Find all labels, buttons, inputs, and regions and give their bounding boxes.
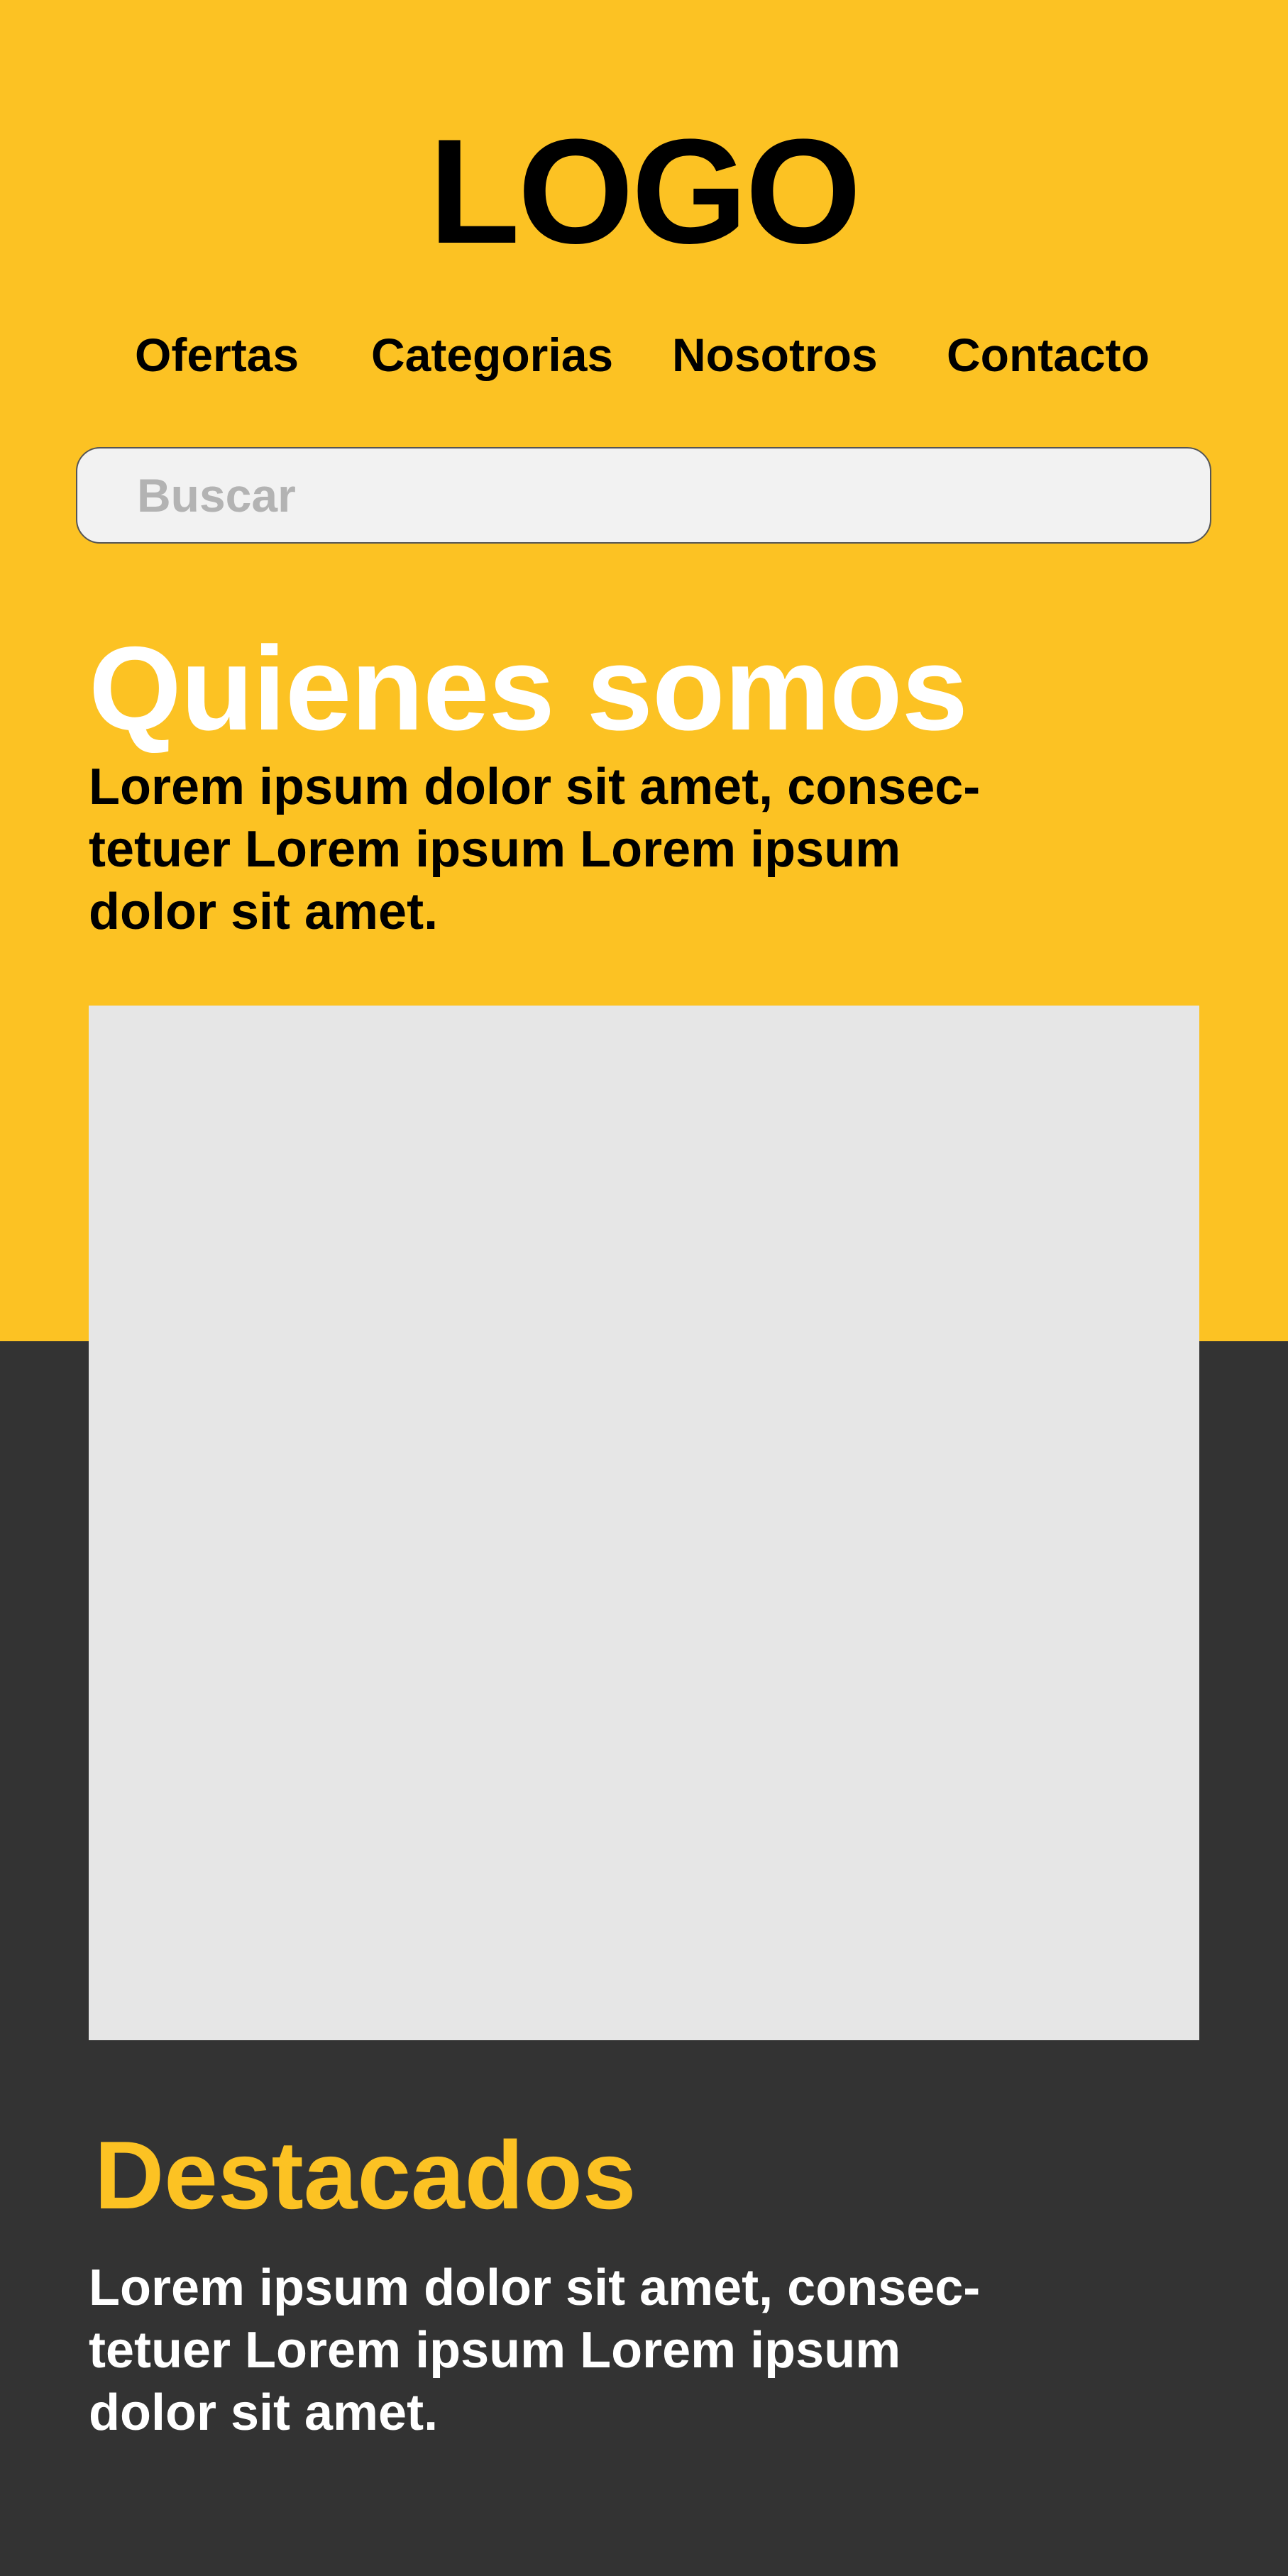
featured-text-line: tetuer Lorem ipsum Lorem ipsum — [89, 2322, 901, 2379]
featured-text: Lorem ipsum dolor sit amet, consec- tetu… — [89, 2257, 1153, 2444]
nav-item-nosotros[interactable]: Nosotros — [672, 326, 878, 383]
featured-text-line: dolor sit amet. — [89, 2384, 439, 2441]
featured-text-line: Lorem ipsum dolor sit amet, consec- — [89, 2259, 981, 2316]
about-title: Quienes somos — [89, 622, 968, 755]
main-nav: Ofertas Categorias Nosotros Contacto — [0, 326, 1288, 383]
about-text-line: Lorem ipsum dolor sit amet, consec- — [89, 759, 981, 815]
search-input[interactable] — [137, 448, 1187, 542]
about-text: Lorem ipsum dolor sit amet, consec- tetu… — [89, 756, 1153, 943]
page: LOGO Ofertas Categorias Nosotros Contact… — [0, 0, 1288, 2576]
featured-title: Destacados — [94, 2121, 637, 2229]
image-placeholder — [89, 1006, 1199, 2040]
search-box — [76, 447, 1211, 544]
nav-item-categorias[interactable]: Categorias — [371, 326, 613, 383]
nav-item-ofertas[interactable]: Ofertas — [135, 326, 299, 383]
about-text-line: tetuer Lorem ipsum Lorem ipsum — [89, 821, 901, 878]
about-text-line: dolor sit amet. — [89, 884, 439, 940]
logo[interactable]: LOGO — [0, 114, 1288, 270]
nav-item-contacto[interactable]: Contacto — [947, 326, 1150, 383]
